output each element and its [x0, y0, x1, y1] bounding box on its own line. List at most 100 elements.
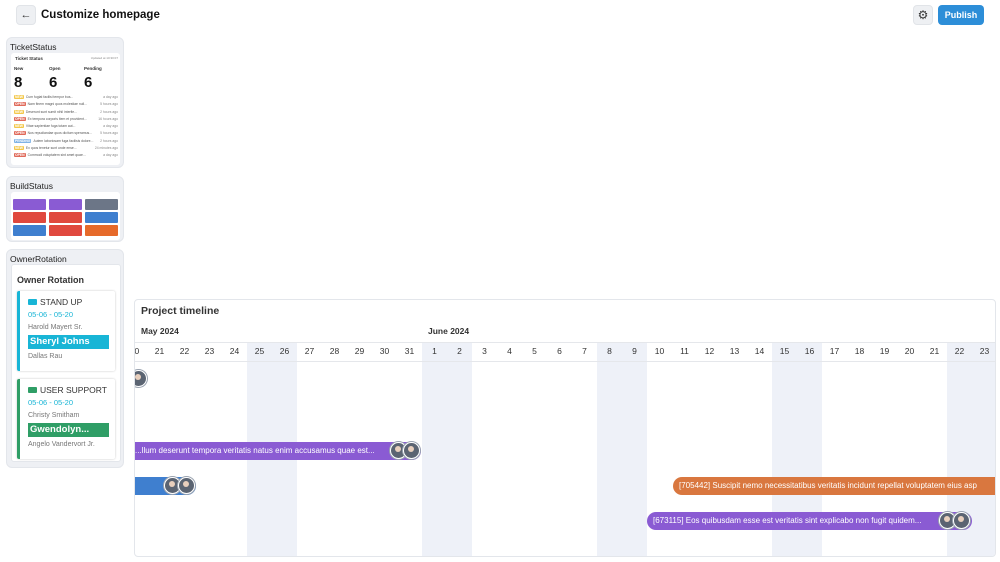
rotation-name: STAND UP: [28, 297, 82, 307]
widget-ticket-status[interactable]: TicketStatus Ticket Status Updated at 10…: [6, 37, 124, 168]
ticket-row: NEW Deserunt sunt sumit nihil interfie...…: [14, 109, 118, 117]
widget-owner-rotation[interactable]: OwnerRotation Owner Rotation STAND UP 05…: [6, 249, 124, 468]
owner-rotation-title: Owner Rotation: [17, 275, 84, 285]
count-new: New 8: [14, 66, 24, 91]
day-label: 3: [482, 346, 487, 356]
ticket-time: 24 minutes ago: [94, 146, 118, 151]
ticket-time: a day ago: [103, 124, 118, 129]
ticket-time: 16 hours ago: [98, 116, 118, 121]
timeline-bar[interactable]: ...llum deserunt tempora veritatis natus…: [135, 442, 421, 460]
day-label: 1: [432, 346, 437, 356]
widget-title: TicketStatus: [10, 42, 57, 52]
status-badge: PENDING: [14, 138, 32, 143]
project-timeline: 2021222324252627282930311234567891011121…: [134, 299, 996, 557]
day-label: 15: [779, 346, 790, 356]
rotation-previous: Christy Smitham: [28, 412, 80, 419]
status-badge: NEW: [14, 124, 24, 129]
day-label: 31: [404, 346, 415, 356]
status-badge: OPEN: [14, 116, 26, 121]
envelope-icon: [28, 299, 37, 305]
avatar[interactable]: [953, 512, 970, 529]
day-column: 4: [497, 343, 522, 556]
day-label: 13: [729, 346, 740, 356]
page-header: ← Customize homepage ⚙ Publish: [0, 0, 1000, 32]
ticket-time: a day ago: [103, 153, 118, 158]
day-label: 18: [854, 346, 865, 356]
day-column: 6: [547, 343, 572, 556]
widget-title: BuildStatus: [10, 181, 53, 191]
day-label: 30: [379, 346, 390, 356]
day-label: 16: [804, 346, 815, 356]
timeline-bar[interactable]: [705442] Suscipit nemo necessitatibus ve…: [673, 477, 995, 495]
ticket-title: Cum fugiat facilisi tempor bus...: [25, 95, 74, 99]
ticket-time: 2 hours ago: [100, 138, 118, 143]
ticket-row: NEW Vitae sapientiae fuga totam aut... a d…: [14, 124, 118, 131]
day-label: 20: [904, 346, 915, 356]
day-label: 11: [680, 346, 689, 356]
status-badge: OPEN: [14, 153, 26, 158]
day-column: 9: [622, 343, 647, 556]
avatar[interactable]: [178, 477, 195, 494]
ticket-row: OPEN Commodi voluptatem sint amet quae...…: [14, 153, 118, 160]
avatar[interactable]: [403, 442, 420, 459]
ticket-status-preview: Ticket Status Updated at 10:30:07 New 8 O…: [11, 53, 120, 165]
month-label: May 2024: [141, 326, 179, 336]
ticket-time: 2 hours ago: [100, 109, 118, 114]
day-column: 5: [522, 343, 547, 556]
day-column: 1: [422, 343, 447, 556]
rotation-card-standup: STAND UP 05-06 - 05-20 Harold Mayert Sr.…: [17, 291, 115, 371]
day-label: 17: [829, 346, 840, 356]
timeline-title: Project timeline: [141, 305, 220, 317]
day-label: 27: [304, 346, 315, 356]
widget-title: OwnerRotation: [10, 254, 67, 264]
day-column: 8: [597, 343, 622, 556]
day-label: 4: [507, 346, 512, 356]
rotation-current: Gwendolyn...: [28, 423, 109, 437]
day-label: 25: [254, 346, 265, 356]
page-title: Customize homepage: [41, 9, 160, 21]
day-label: 2: [457, 346, 462, 356]
ticket-row: NEW Cum fugiat facilisi tempor bus... a da…: [14, 95, 118, 102]
rotation-next: Angelo Vandervort Jr.: [28, 441, 95, 448]
owner-rotation-preview: Owner Rotation STAND UP 05-06 - 05-20 Ha…: [11, 264, 121, 462]
rotation-previous: Harold Mayert Sr.: [28, 324, 83, 331]
day-label: 8: [607, 346, 612, 356]
gear-icon: ⚙: [917, 8, 929, 22]
ticket-time: 5 hours ago: [100, 131, 118, 136]
rotation-dates: 05-06 - 05-20: [28, 398, 74, 407]
status-badge: NEW: [14, 109, 24, 114]
timeline-bar[interactable]: [673115] Eos quibusdam esse est veritati…: [647, 512, 972, 530]
day-label: 21: [929, 346, 940, 356]
ticket-title: Autem laboriosam fuga facilisis dolore..…: [33, 138, 94, 143]
ticket-row: OPEN Ex tempora corporis item et providen…: [14, 116, 118, 124]
ticket-status-updated: Updated at 10:30:07: [90, 56, 118, 60]
ticket-title: Ex tempora corporis item et provident...: [27, 116, 87, 121]
day-label: 6: [557, 346, 562, 356]
day-label: 23: [979, 346, 990, 356]
ticket-title: Vitae sapientiae fuga totam aut...: [25, 124, 76, 129]
day-label: 14: [754, 346, 765, 356]
day-column: 23: [972, 343, 995, 556]
settings-button[interactable]: ⚙: [913, 5, 933, 25]
count-pending: Pending 6: [84, 66, 102, 91]
status-badge: OPEN: [14, 102, 26, 107]
day-label: 22: [954, 346, 965, 356]
ticket-title: Deserunt sunt sumit nihil interfie...: [25, 109, 77, 114]
ticket-title: Ex quos tenetur sunt unde ense...: [25, 146, 77, 151]
day-label: 10: [654, 346, 665, 356]
rotation-name: USER SUPPORT: [28, 385, 107, 395]
back-button[interactable]: ←: [16, 5, 36, 25]
day-label: 20: [134, 346, 140, 356]
envelope-icon: [28, 387, 37, 393]
rotation-card-user-support: USER SUPPORT 05-06 - 05-20 Christy Smith…: [17, 379, 115, 459]
widget-build-status[interactable]: BuildStatus: [6, 176, 124, 242]
arrow-left-icon: ←: [20, 9, 32, 21]
day-label: 22: [179, 346, 190, 356]
ticket-title: Nos repudiandae quos dicitum speramus...: [27, 131, 93, 136]
ticket-row: PENDING Autem laboriosam fuga facilisis d…: [14, 138, 118, 146]
day-column: 3: [472, 343, 497, 556]
day-label: 29: [354, 346, 365, 356]
publish-button[interactable]: Publish: [938, 5, 984, 25]
ticket-title: Nam finem magni quos molestiae null...: [27, 102, 87, 107]
day-label: 19: [879, 346, 890, 356]
